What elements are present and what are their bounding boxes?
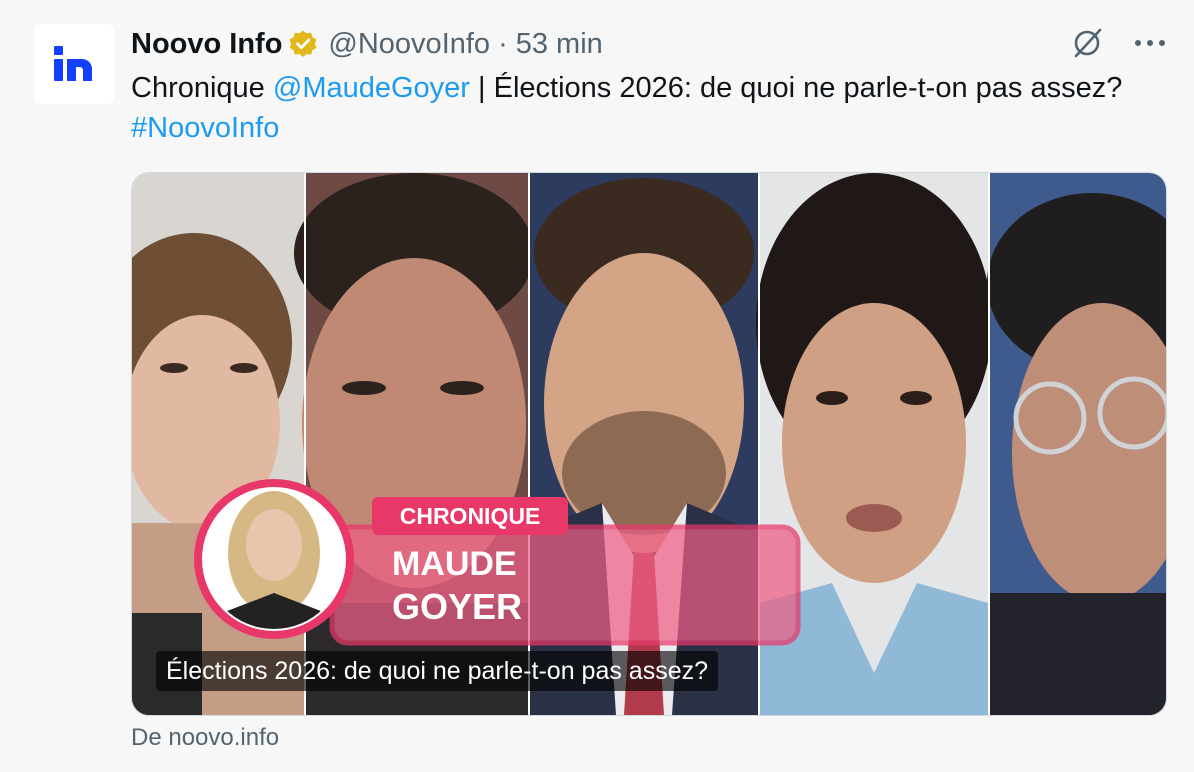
hashtag-link[interactable]: #NoovoInfo [131,112,279,144]
noovo-logo-icon[interactable] [34,24,114,104]
card-image: CHRONIQUE MAUDE GOYER [132,173,1166,715]
card-source[interactable]: De noovo.info [131,724,279,752]
tweet-header: Noovo Info @NoovoInfo · 53 min [131,24,603,64]
tweet-text-prefix: Chronique [131,72,273,104]
tweet[interactable]: Noovo Info @NoovoInfo · 53 min Chronique… [0,0,1194,772]
overlay-label: CHRONIQUE [400,503,541,529]
separator-dot: · [498,27,508,60]
link-card[interactable]: CHRONIQUE MAUDE GOYER Élections 2026: de… [131,172,1167,716]
more-dots-icon[interactable] [1134,38,1166,48]
overlay-last-name: GOYER [392,586,522,627]
user-handle[interactable]: @NoovoInfo [328,28,490,61]
tweet-text: Chronique @MaudeGoyer | Élections 2026: … [131,68,1131,148]
display-name[interactable]: Noovo Info [131,28,282,61]
timestamp[interactable]: 53 min [516,28,603,61]
card-title[interactable]: Élections 2026: de quoi ne parle-t-on pa… [156,651,719,691]
mention-link[interactable]: @MaudeGoyer [273,72,470,104]
tweet-text-body: | Élections 2026: de quoi ne parle-t-on … [469,72,1123,104]
verified-badge-icon [288,29,318,59]
tweet-actions-top [1070,26,1166,60]
grok-slash-circle-icon[interactable] [1070,26,1104,60]
overlay-first-name: MAUDE [392,545,517,583]
